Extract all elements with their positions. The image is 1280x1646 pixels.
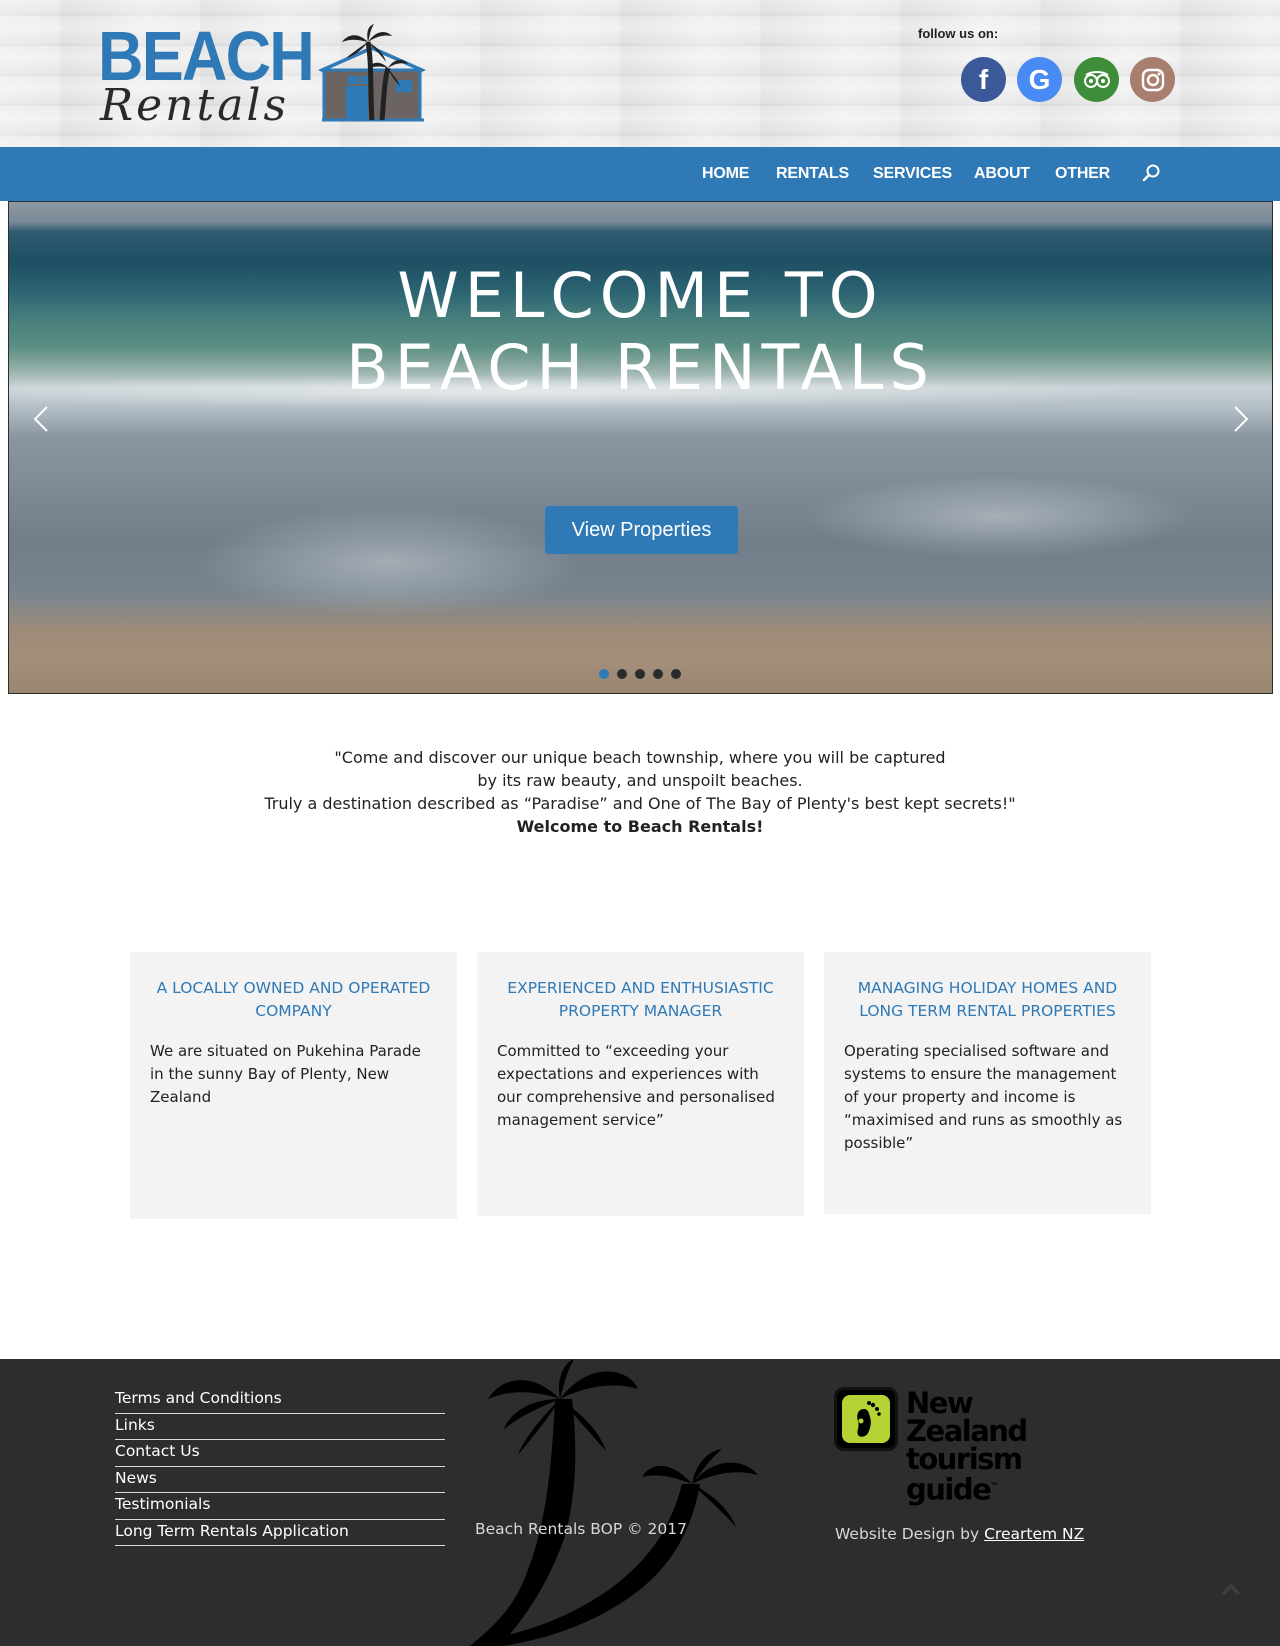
hero-title-line-2: BEACH RENTALS (346, 331, 935, 404)
nav-item-rentals[interactable]: RENTALS (776, 165, 849, 183)
nz-tourism-guide-text: New Zealand tourism guide™ (906, 1386, 1094, 1507)
hero-shore-foam-right (789, 472, 1209, 562)
credit-prefix: Website Design by (835, 1525, 985, 1543)
slider-pagination (599, 669, 681, 679)
nz-logo-line-2: tourism guide™ (906, 1442, 1023, 1507)
feature-card-body: Committed to “exceeding your expectation… (497, 1042, 775, 1129)
feature-card: MANAGING HOLIDAY HOMES AND LONG TERM REN… (824, 952, 1151, 1214)
footer-link-item: Links (115, 1414, 445, 1440)
beach-house-icon (318, 24, 426, 122)
footprint-icon (857, 1401, 881, 1437)
nav-item-home[interactable]: HOME (702, 165, 749, 183)
intro-quote: "Come and discover our unique beach town… (0, 746, 1280, 838)
google-icon[interactable]: G (1017, 57, 1062, 102)
footer-link-terms[interactable]: Terms and Conditions (115, 1389, 282, 1407)
footer-links: Terms and Conditions Links Contact Us Ne… (115, 1387, 445, 1546)
footer-link-links[interactable]: Links (115, 1416, 155, 1434)
feature-card: EXPERIENCED AND ENTHUSIASTIC PROPERTY MA… (477, 952, 804, 1216)
logo-text-bottom: Rentals (100, 80, 290, 131)
slider-dot[interactable] (653, 669, 663, 679)
footer-link-item: News (115, 1467, 445, 1493)
nav-item-services[interactable]: SERVICES (873, 165, 952, 183)
tripadvisor-icon[interactable] (1074, 57, 1119, 102)
footer-link-news[interactable]: News (115, 1469, 157, 1487)
facebook-glyph: f (978, 63, 989, 95)
google-glyph: G (1028, 63, 1051, 95)
nz-logo-line-1: New Zealand (906, 1386, 1028, 1448)
copyright-text: Beach Rentals BOP © 2017 (475, 1520, 687, 1538)
intro-line: Truly a destination described as “Paradi… (264, 794, 1016, 813)
footer-link-item: Long Term Rentals Application (115, 1520, 445, 1546)
footer-link-contact[interactable]: Contact Us (115, 1442, 200, 1460)
feature-card-title: EXPERIENCED AND ENTHUSIASTIC PROPERTY MA… (507, 979, 774, 1020)
tripadvisor-owl-icon (1083, 70, 1110, 88)
footer-link-item: Testimonials (115, 1493, 445, 1520)
chevron-left-icon[interactable] (31, 404, 51, 434)
intro-line: "Come and discover our unique beach town… (334, 748, 946, 767)
search-icon[interactable] (1140, 162, 1162, 184)
feature-card-title: MANAGING HOLIDAY HOMES AND LONG TERM REN… (857, 979, 1118, 1020)
slider-dot[interactable] (635, 669, 645, 679)
view-properties-button[interactable]: View Properties (545, 506, 738, 554)
feature-card-body: We are situated on Pukehina Parade in th… (150, 1042, 421, 1106)
hero-slider: WELCOME TO BEACH RENTALS View Properties (8, 201, 1273, 694)
slider-dot[interactable] (599, 669, 609, 679)
hero-title: WELCOME TO BEACH RENTALS (9, 260, 1272, 404)
footer-link-long-term-application[interactable]: Long Term Rentals Application (115, 1522, 349, 1540)
website-credit: Website Design by Creartem NZ (835, 1525, 1084, 1543)
feature-card-body: Operating specialised software and syste… (844, 1042, 1123, 1152)
feature-card: A LOCALLY OWNED AND OPERATED COMPANY We … (130, 952, 457, 1219)
creartem-link[interactable]: Creartem NZ (984, 1525, 1084, 1543)
feature-card-title: A LOCALLY OWNED AND OPERATED COMPANY (156, 979, 431, 1020)
intro-welcome: Welcome to Beach Rentals! (516, 817, 764, 836)
footer-link-item: Terms and Conditions (115, 1387, 445, 1414)
nav-item-about[interactable]: ABOUT (974, 165, 1030, 183)
nz-tourism-guide-logo[interactable]: New Zealand tourism guide™ (834, 1387, 1094, 1504)
chevron-right-icon[interactable] (1231, 404, 1251, 434)
instagram-camera-icon (1141, 68, 1164, 91)
follow-us-label: follow us on: (918, 26, 999, 41)
main-nav: HOME RENTALS SERVICES ABOUT OTHER (0, 147, 1280, 201)
site-header: BEACH Rentals follow us on: f G (0, 0, 1280, 147)
palm-tree-silhouette (470, 1359, 758, 1646)
back-to-top-icon[interactable] (1204, 1563, 1258, 1617)
footprint-badge (834, 1387, 898, 1451)
hero-shore-foam (179, 502, 599, 622)
nav-item-other[interactable]: OTHER (1055, 165, 1110, 183)
footprint-badge-inner (842, 1395, 890, 1443)
intro-line: by its raw beauty, and unspoilt beaches. (477, 771, 803, 790)
facebook-icon[interactable]: f (961, 57, 1006, 102)
slider-dot[interactable] (617, 669, 627, 679)
hero-title-line-1: WELCOME TO (397, 259, 884, 332)
site-footer: Terms and Conditions Links Contact Us Ne… (0, 1359, 1280, 1646)
footer-link-item: Contact Us (115, 1440, 445, 1467)
instagram-icon[interactable] (1130, 57, 1175, 102)
slider-dot[interactable] (671, 669, 681, 679)
site-logo[interactable]: BEACH Rentals (98, 17, 438, 131)
footer-link-testimonials[interactable]: Testimonials (115, 1495, 210, 1513)
